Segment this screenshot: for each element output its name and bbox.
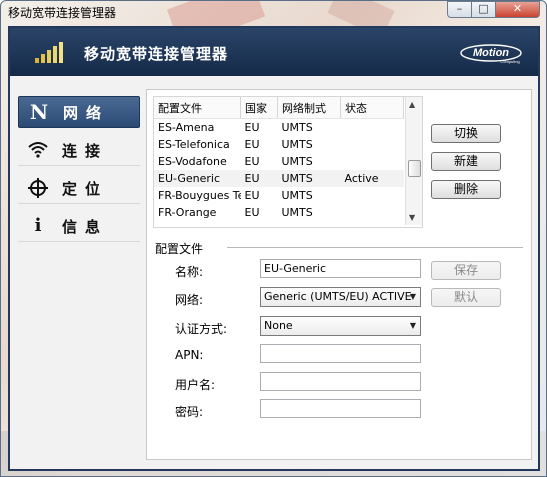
cell-profile: ES-Amena bbox=[158, 121, 215, 134]
app-window: 移动宽带连接管理器 – □ ✕ 移动宽带连接管理器 Motion Computi… bbox=[0, 0, 547, 477]
cell-status bbox=[341, 153, 404, 170]
minimize-button[interactable]: – bbox=[447, 1, 472, 18]
network-label: 网络: bbox=[175, 293, 204, 307]
column-header-profile[interactable]: 配置文件 bbox=[154, 97, 241, 119]
scrollbar-thumb[interactable] bbox=[408, 160, 421, 177]
cell-network-type: UMTS bbox=[277, 170, 341, 187]
sidebar-item-locate[interactable]: 定位 bbox=[18, 173, 140, 204]
cell-country: EU bbox=[244, 189, 260, 202]
logo-sub-text: Computing bbox=[500, 59, 519, 64]
sidebar-item-connect[interactable]: 连接 bbox=[18, 135, 140, 166]
cell-profile: FR-Orange bbox=[158, 206, 217, 219]
table-row[interactable]: ES-Telefonica EU UMTS bbox=[154, 136, 404, 153]
save-button[interactable]: 保存 bbox=[431, 261, 501, 280]
cell-status bbox=[341, 204, 404, 221]
default-button[interactable]: 默认 bbox=[431, 288, 501, 307]
delete-button[interactable]: 删除 bbox=[431, 180, 501, 199]
cell-profile: FR-Bouygues Tel bbox=[158, 189, 241, 202]
table-row[interactable]: FR-Bouygues Tel EU UMTS bbox=[154, 187, 404, 204]
column-header-status[interactable]: 状态 bbox=[340, 97, 404, 119]
apn-label: APN: bbox=[175, 348, 204, 362]
app-body: N 网络 连接 定位 i 信息 配置文件 国家 网络制式 状态 ES-Amena… bbox=[10, 76, 538, 469]
switch-button[interactable]: 切换 bbox=[431, 124, 501, 143]
app-frame: 移动宽带连接管理器 Motion Computing N 网络 连接 定位 i … bbox=[8, 26, 540, 471]
cell-status bbox=[341, 119, 404, 137]
name-label: 名称: bbox=[175, 265, 204, 279]
sidebar-item-label: 连接 bbox=[62, 142, 109, 160]
motion-logo: Motion Computing bbox=[460, 44, 522, 64]
cell-profile: EU-Generic bbox=[154, 170, 241, 187]
network-panel: 配置文件 国家 网络制式 状态 ES-Amena EU UMTS ES-Tele… bbox=[146, 89, 532, 460]
sidebar-item-label: 信息 bbox=[62, 218, 109, 236]
sidebar-item-label: 定位 bbox=[62, 180, 109, 198]
sidebar-item-info[interactable]: i 信息 bbox=[18, 211, 140, 242]
wifi-icon bbox=[26, 139, 50, 161]
table-row[interactable]: ES-Amena EU UMTS bbox=[154, 119, 404, 137]
profile-list[interactable]: 配置文件 国家 网络制式 状态 ES-Amena EU UMTS ES-Tele… bbox=[153, 96, 423, 228]
cell-network-type: UMTS bbox=[281, 155, 313, 168]
new-button[interactable]: 新建 bbox=[431, 152, 501, 171]
crosshair-icon bbox=[26, 177, 50, 199]
cell-network-type: UMTS bbox=[281, 206, 313, 219]
sidebar-nav: N 网络 连接 定位 i 信息 bbox=[18, 96, 140, 249]
scroll-up-icon[interactable]: ▲ bbox=[409, 100, 415, 109]
dropdown-arrow-icon: ▼ bbox=[409, 292, 416, 301]
auth-select-value: None bbox=[264, 319, 293, 332]
cell-profile: ES-Vodafone bbox=[158, 155, 227, 168]
info-icon: i bbox=[34, 215, 42, 236]
network-select[interactable]: Generic (UMTS/EU) ACTIVE ▼ bbox=[260, 287, 421, 307]
auth-label: 认证方式: bbox=[175, 322, 228, 336]
auth-select[interactable]: None ▼ bbox=[260, 316, 421, 336]
password-label: 密码: bbox=[175, 405, 204, 419]
column-header-country[interactable]: 国家 bbox=[240, 97, 278, 119]
cell-country: EU bbox=[244, 121, 260, 134]
scroll-down-icon[interactable]: ▼ bbox=[409, 213, 415, 222]
network-select-value: Generic (UMTS/EU) ACTIVE bbox=[264, 290, 412, 303]
username-field[interactable] bbox=[260, 372, 421, 391]
cell-country: EU bbox=[244, 206, 260, 219]
header-title: 移动宽带连接管理器 bbox=[84, 45, 229, 63]
maximize-button[interactable]: □ bbox=[471, 1, 496, 18]
cell-status bbox=[341, 136, 404, 153]
name-field[interactable]: EU-Generic bbox=[260, 259, 421, 278]
cell-network-type: UMTS bbox=[281, 189, 313, 202]
signal-bars-icon bbox=[35, 42, 63, 63]
cell-country: EU bbox=[244, 138, 260, 151]
window-title: 移动宽带连接管理器 bbox=[8, 6, 117, 20]
network-icon: N bbox=[29, 100, 49, 124]
cell-network-type: UMTS bbox=[281, 121, 313, 134]
table-row[interactable]: ES-Vodafone EU UMTS bbox=[154, 153, 404, 170]
logo-main-text: Motion bbox=[473, 47, 509, 59]
table-row[interactable]: FR-Orange EU UMTS bbox=[154, 204, 404, 221]
apn-field[interactable] bbox=[260, 344, 421, 363]
username-label: 用户名: bbox=[175, 378, 216, 392]
list-scrollbar[interactable]: ▲ ▼ bbox=[405, 97, 422, 225]
cell-country: EU bbox=[244, 155, 260, 168]
app-header: 移动宽带连接管理器 Motion Computing bbox=[10, 28, 538, 76]
cell-status bbox=[341, 187, 404, 204]
sidebar-item-network[interactable]: N 网络 bbox=[18, 96, 140, 128]
cell-country: EU bbox=[240, 170, 278, 187]
cell-status: Active bbox=[340, 170, 404, 187]
section-divider bbox=[227, 247, 523, 248]
table-row-selected[interactable]: EU-Generic EU UMTS Active bbox=[154, 170, 404, 187]
password-field[interactable] bbox=[260, 399, 421, 418]
section-title: 配置文件 bbox=[155, 242, 204, 256]
column-header-network-type[interactable]: 网络制式 bbox=[277, 97, 341, 119]
close-button[interactable]: ✕ bbox=[495, 1, 540, 18]
sidebar-item-label: 网络 bbox=[63, 104, 110, 122]
cell-network-type: UMTS bbox=[281, 138, 313, 151]
dropdown-arrow-icon: ▼ bbox=[409, 321, 416, 330]
cell-profile: ES-Telefonica bbox=[158, 138, 230, 151]
